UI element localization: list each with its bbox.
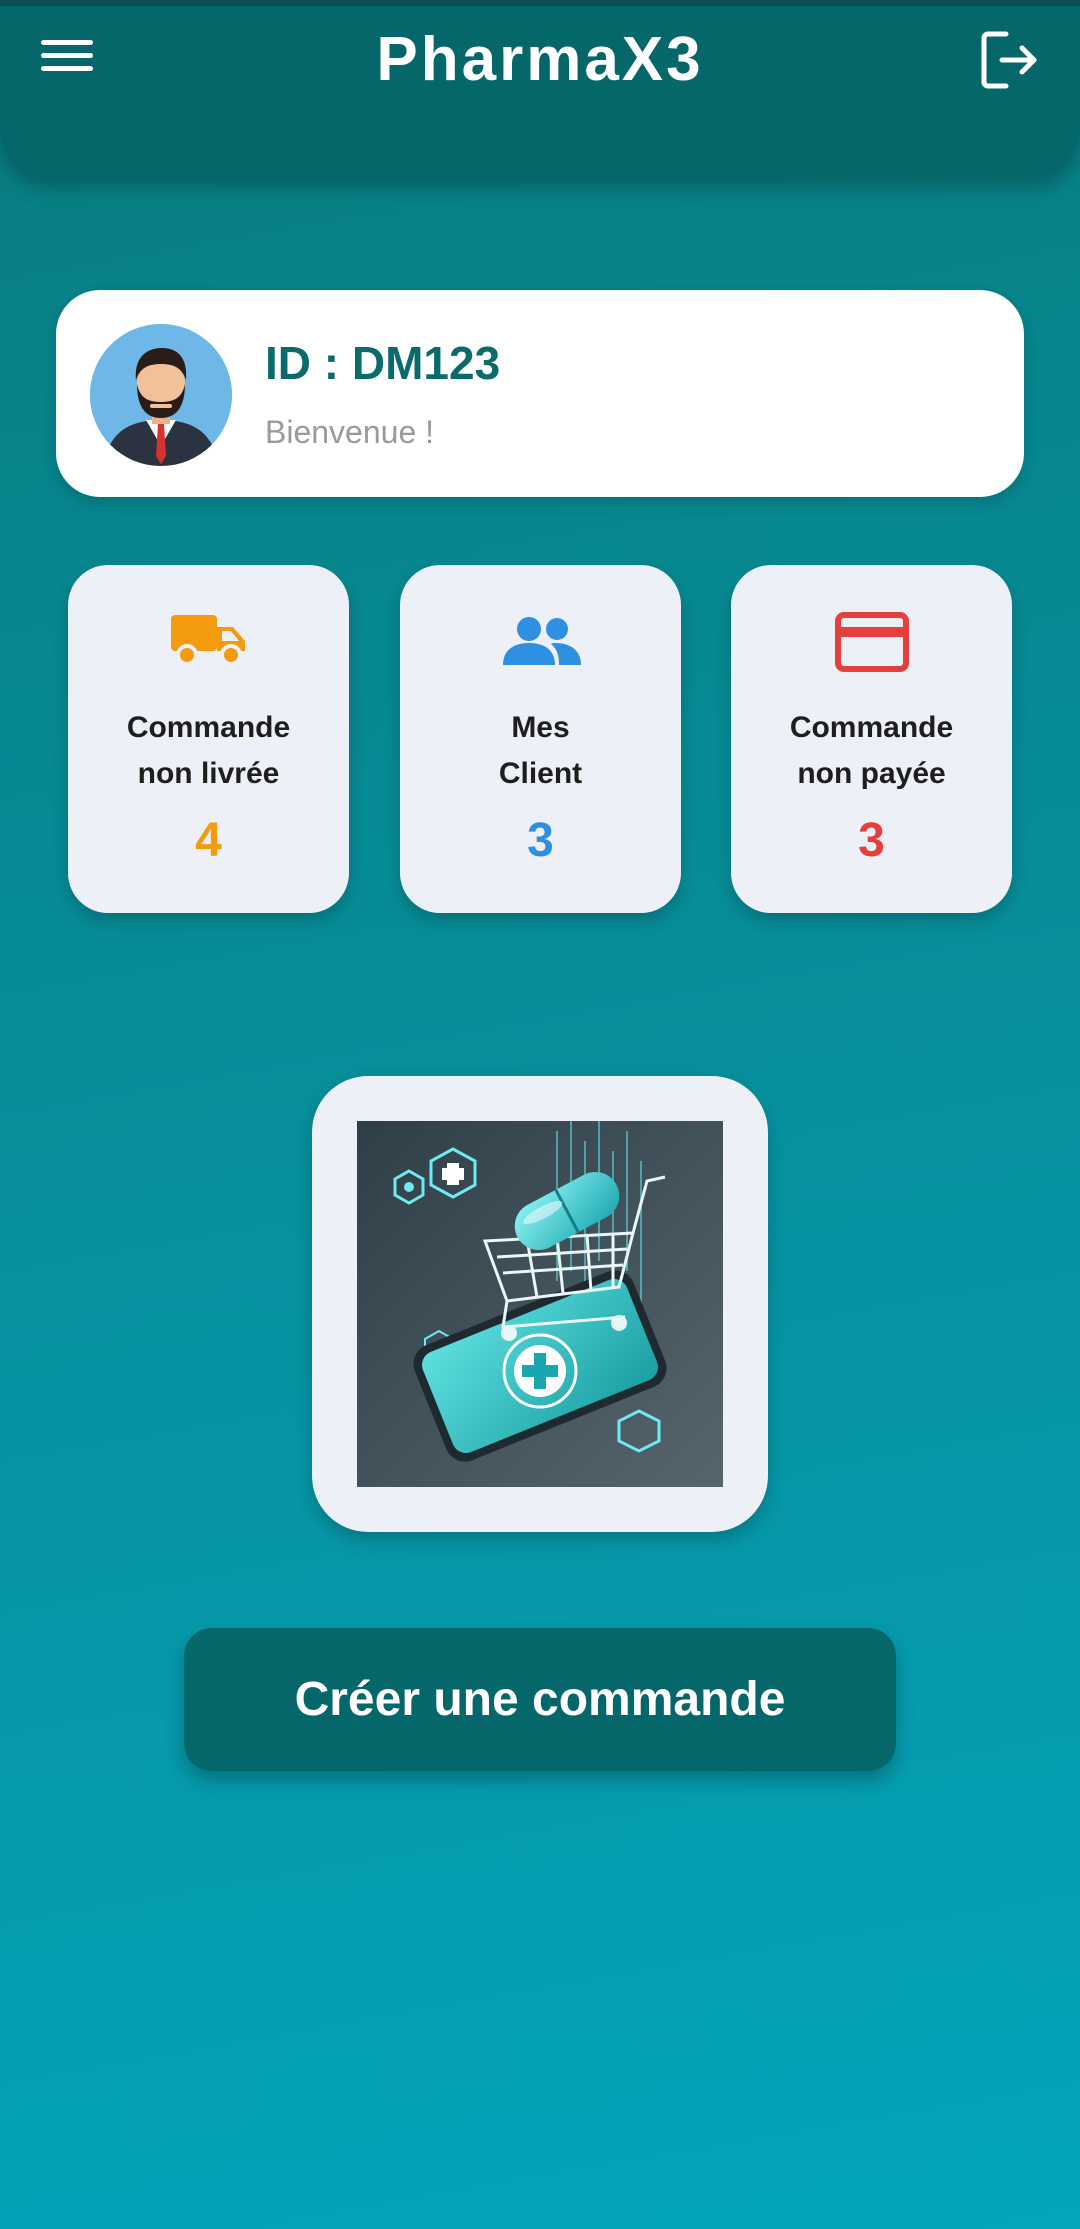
stat-icon-wrap xyxy=(400,609,681,673)
credit-card-icon xyxy=(834,612,909,672)
clients-count: 3 xyxy=(527,814,554,867)
user-avatar-icon xyxy=(90,324,232,466)
app-bar: PharmaX3 xyxy=(0,0,1080,176)
logout-button[interactable] xyxy=(978,28,1042,92)
user-id: ID : DM123 xyxy=(265,337,501,389)
stat-label-line2: non livrée xyxy=(137,757,280,790)
stat-icon-wrap xyxy=(731,609,1012,673)
pharmacy-cart-image xyxy=(357,1121,723,1487)
create-order-button[interactable]: Créer une commande xyxy=(184,1628,896,1771)
logout-icon xyxy=(981,31,1037,89)
profile-card: ID : DM123 Bienvenue ! xyxy=(56,290,1024,497)
welcome-text: Bienvenue ! xyxy=(265,414,435,450)
app-title: PharmaX3 xyxy=(376,25,704,94)
my-clients-card[interactable]: Mes Client 3 xyxy=(400,565,681,913)
truck-icon xyxy=(170,615,245,666)
pharmacy-cart-illustration xyxy=(357,1121,723,1487)
undelivered-count: 4 xyxy=(195,814,222,867)
undelivered-orders-card[interactable]: Commande non livrée 4 xyxy=(68,565,349,913)
avatar xyxy=(90,324,232,466)
people-icon xyxy=(502,617,581,665)
stat-label: Commande non livrée xyxy=(68,705,349,797)
illustration-card xyxy=(312,1076,768,1532)
stat-label-line2: Client xyxy=(498,757,583,790)
unpaid-orders-card[interactable]: Commande non payée 3 xyxy=(731,565,1012,913)
stat-label: Commande non payée xyxy=(731,705,1012,797)
unpaid-count: 3 xyxy=(858,814,885,867)
stat-label-line2: non payée xyxy=(797,757,946,790)
stat-label-line1: Commande xyxy=(789,711,954,744)
stat-label: Mes Client xyxy=(400,705,681,797)
stat-label-line1: Commande xyxy=(126,711,291,744)
stat-icon-wrap xyxy=(68,609,349,673)
stat-label-line1: Mes xyxy=(511,711,570,744)
